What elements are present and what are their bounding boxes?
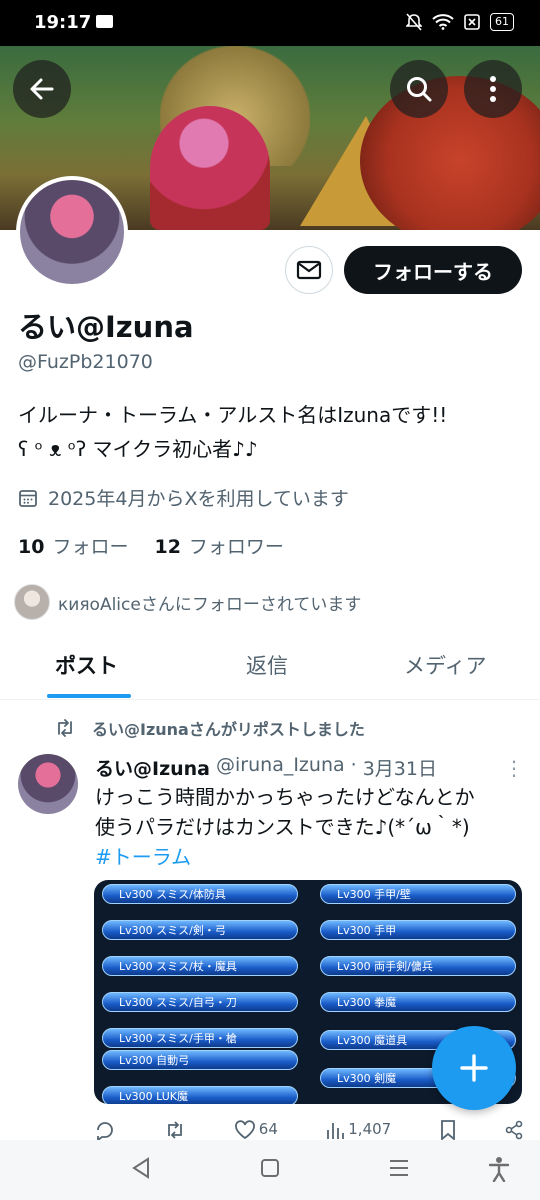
skill-bar: Lv300 拳魔 [320, 992, 516, 1012]
reply-icon [97, 1122, 113, 1140]
post-separator: · [350, 754, 357, 776]
nav-home-button[interactable] [259, 1156, 281, 1184]
status-icons: 61 [406, 13, 514, 31]
post-text: けっこう時間かかっちゃったけどなんとか 使うパラだけはカンストできた♪(*´ω｀… [95, 782, 525, 872]
wifi-icon [432, 14, 454, 30]
nav-back-button[interactable] [130, 1156, 152, 1184]
repost-action-icon [168, 1121, 183, 1139]
profile-tabs: ポスト 返信 メディア [0, 640, 540, 700]
triangle-back-icon [132, 1157, 149, 1179]
profile-avatar[interactable] [16, 176, 128, 288]
accessibility-icon [488, 1157, 510, 1183]
followed-by-text: кияoAliceさんにフォローされています [58, 594, 362, 615]
skill-bar: Lv300 LUK魔 [102, 1086, 298, 1104]
tab-media[interactable]: メディア [404, 650, 487, 680]
repost-notice-text: るい@Izunaさんがリポストしました [92, 720, 365, 739]
nav-accessibility-button[interactable] [488, 1156, 510, 1186]
repost-button[interactable] [164, 1120, 186, 1140]
search-button[interactable] [390, 60, 448, 118]
search-icon [407, 77, 432, 102]
skill-bar: Lv300 スミス/剣・弓 [102, 920, 298, 940]
nav-recents-button[interactable] [388, 1156, 410, 1184]
back-button[interactable] [13, 60, 71, 118]
repost-notice: るい@Izunaさんがリポストしました [54, 716, 365, 740]
skill-bar: Lv300 両手剣/傭兵 [320, 956, 516, 976]
plus-icon [460, 1054, 488, 1082]
post-author-name[interactable]: るい@Izuna [95, 754, 210, 781]
like-count: 64 [258, 1120, 278, 1138]
envelope-icon [296, 260, 322, 280]
post-avatar[interactable] [18, 754, 78, 814]
bio-line-1: イルーナ・トーラム・アルスト名はIzunaです!! [18, 403, 448, 427]
message-button[interactable] [285, 246, 333, 294]
post-actions: 64 1,407 [94, 1120, 524, 1140]
post-more-button[interactable]: ⋮ [504, 756, 524, 780]
followers-link[interactable]: 12 フォロワー [154, 532, 283, 559]
view-count: 1,407 [348, 1120, 392, 1138]
skill-bar: Lv300 スミス/杖・魔具 [102, 956, 298, 976]
arrow-left-icon [30, 78, 54, 100]
square-home-icon [261, 1159, 279, 1177]
following-label: フォロー [52, 536, 129, 558]
skill-bar: Lv300 手甲 [320, 920, 516, 940]
following-link[interactable]: 10 フォロー [18, 532, 128, 559]
skill-bar: Lv300 手甲/壁 [320, 884, 516, 904]
post-text-line-1: けっこう時間かかっちゃったけどなんとか [95, 785, 475, 809]
post-date: 3月31日 [362, 758, 437, 780]
skill-bar: Lv300 スミス/自弓・刀 [102, 992, 298, 1012]
share-icon [505, 1120, 523, 1140]
profile-display-name: るい@Izuna [18, 310, 194, 344]
repost-icon [58, 719, 72, 737]
followers-label: フォロワー [188, 536, 284, 558]
status-time: 19:17 [34, 12, 92, 33]
calendar-icon [19, 489, 37, 507]
tab-posts[interactable]: ポスト [55, 650, 118, 680]
views-chart-icon [327, 1123, 345, 1139]
follower-avatar [14, 584, 50, 620]
bio-line-2: ʕ ᵒ ᴥ ᵒʔ マイクラ初心者♪♪ [18, 437, 258, 461]
active-tab-indicator [47, 694, 131, 698]
bookmark-icon [440, 1120, 455, 1140]
follow-stats: 10 フォロー 12 フォロワー [18, 532, 284, 559]
heart-icon [234, 1120, 255, 1140]
reply-button[interactable] [94, 1120, 116, 1140]
skill-bar: Lv300 自動弓 [102, 1050, 298, 1070]
skill-bar: Lv300 スミス/手甲・槍 [102, 1028, 298, 1048]
system-navigation-bar [0, 1140, 540, 1200]
profile-handle: @FuzPb21070 [18, 351, 153, 373]
joined-text: 2025年4月からXを利用しています [48, 488, 349, 510]
followers-count: 12 [154, 536, 181, 558]
views-button[interactable]: 1,407 [326, 1120, 391, 1140]
post-text-line-2: 使うパラだけはカンストできた♪(*´ω｀*) [95, 815, 470, 839]
post-header: るい@Izuna @iruna_Izuna · 3月31日 [95, 754, 437, 781]
battery-indicator: 61 [490, 13, 514, 31]
profile-bio: イルーナ・トーラム・アルスト名はIzunaです!! ʕ ᵒ ᴥ ᵒʔ マイクラ初… [18, 398, 523, 466]
bookmark-button[interactable] [440, 1120, 456, 1140]
share-button[interactable] [504, 1120, 524, 1140]
following-count: 10 [18, 536, 45, 558]
tab-replies[interactable]: 返信 [246, 650, 288, 680]
status-bar: 19:17 61 [0, 0, 540, 46]
mute-bell-icon [406, 13, 422, 31]
post-hashtag[interactable]: #トーラム [95, 842, 525, 872]
banner-character [150, 106, 270, 230]
more-vertical-icon [490, 76, 496, 102]
like-button[interactable]: 64 [234, 1120, 278, 1140]
more-options-button[interactable] [464, 60, 522, 118]
follow-button[interactable]: フォローする [344, 246, 522, 294]
joined-date: 2025年4月からXを利用しています [18, 484, 349, 511]
post-author-handle: @iruna_Izuna [216, 754, 345, 776]
mail-notification-icon [96, 15, 113, 28]
menu-lines-icon [390, 1160, 408, 1176]
compose-post-button[interactable] [432, 1026, 516, 1110]
followed-by[interactable]: кияoAliceさんにフォローされています [14, 584, 361, 620]
skill-bar: Lv300 スミス/体防具 [102, 884, 298, 904]
sim-off-icon [464, 14, 480, 30]
